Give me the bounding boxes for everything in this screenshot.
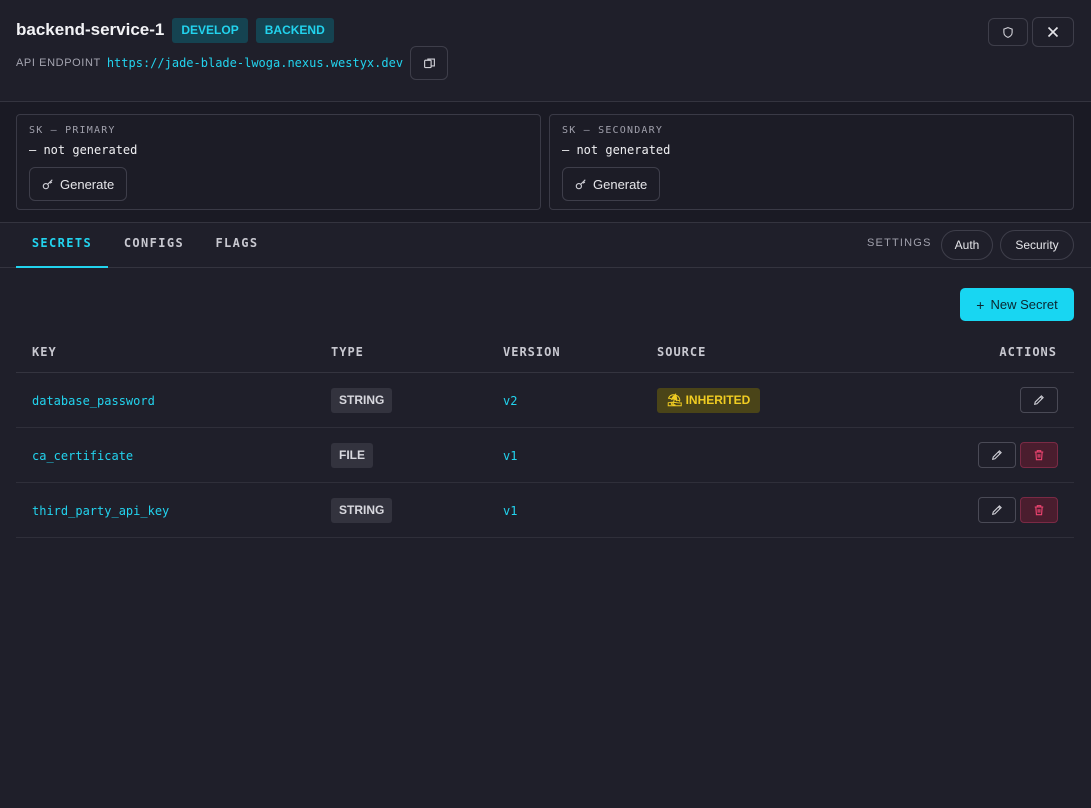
tab-configs[interactable]: CONFIGS: [112, 223, 196, 268]
secret-key[interactable]: third_party_api_key: [32, 504, 169, 518]
pencil-icon: [1033, 394, 1045, 406]
type-badge: STRING: [331, 498, 393, 523]
key-icon: [42, 178, 54, 190]
close-icon: [1047, 26, 1059, 38]
new-secret-label: New Secret: [990, 297, 1058, 312]
close-button[interactable]: [1032, 17, 1074, 47]
key-icon: [575, 178, 587, 190]
auth-settings-button[interactable]: Auth: [941, 230, 993, 260]
version-value: v1: [503, 504, 518, 518]
generate-primary-key-button[interactable]: Generate: [29, 167, 128, 201]
secondary-key-status: — not generated: [562, 143, 671, 157]
type-badge: FILE: [331, 443, 373, 468]
service-title: backend-service-1: [16, 20, 165, 39]
edit-button[interactable]: [978, 442, 1016, 468]
tab-flags[interactable]: FLAGS: [204, 223, 270, 268]
endpoint-url[interactable]: https://jade-blade-lwoga.nexus.westyx.de…: [107, 56, 403, 70]
delete-button[interactable]: [1020, 497, 1058, 523]
generate-secondary-label: Generate: [593, 176, 648, 192]
new-secret-button[interactable]: + New Secret: [960, 288, 1074, 321]
column-version: VERSION: [503, 345, 561, 359]
umbrella-icon: ⛱: [667, 393, 683, 407]
edit-button[interactable]: [978, 497, 1016, 523]
column-key: KEY: [32, 345, 57, 359]
generate-secondary-key-button[interactable]: Generate: [562, 167, 661, 201]
primary-key-label: SK — PRIMARY: [29, 125, 116, 136]
service-keys-panel: SK — PRIMARY — not generated Generate SK…: [0, 102, 1091, 223]
category-tag: BACKEND: [255, 17, 334, 43]
primary-key-card: SK — PRIMARY — not generated Generate: [16, 114, 541, 210]
security-shield-button[interactable]: [988, 18, 1028, 46]
secondary-key-label: SK — SECONDARY: [562, 125, 664, 136]
title-row: backend-service-1 DEVELOP BACKEND: [16, 17, 342, 43]
column-actions: ACTIONS: [999, 345, 1057, 359]
tab-bar: SECRETS CONFIGS FLAGS SETTINGS Auth Secu…: [0, 223, 1091, 268]
trash-icon: [1033, 504, 1045, 516]
column-type: TYPE: [331, 345, 364, 359]
secondary-key-card: SK — SECONDARY — not generated Generate: [549, 114, 1074, 210]
edit-button[interactable]: [1020, 387, 1058, 413]
copy-endpoint-button[interactable]: [410, 46, 449, 80]
generate-primary-label: Generate: [60, 176, 115, 192]
secret-key[interactable]: ca_certificate: [32, 449, 133, 463]
trash-icon: [1033, 449, 1045, 461]
version-value: v1: [503, 449, 518, 463]
copy-icon: [423, 57, 436, 70]
primary-key-status: — not generated: [29, 143, 138, 157]
delete-button[interactable]: [1020, 442, 1058, 468]
service-header: backend-service-1 DEVELOP BACKEND API EN…: [0, 0, 1091, 102]
pencil-icon: [991, 504, 1003, 516]
pencil-icon: [991, 449, 1003, 461]
table-row: ca_certificate FILE v1: [16, 428, 1074, 483]
shield-icon: [1002, 26, 1014, 39]
inherited-badge: ⛱ INHERITED: [657, 388, 761, 413]
settings-label: SETTINGS: [867, 237, 932, 249]
tab-secrets[interactable]: SECRETS: [16, 223, 108, 268]
table-row: database_password STRING v2 ⛱ INHERITED: [16, 373, 1074, 428]
type-badge: STRING: [331, 388, 393, 413]
endpoint-row: API ENDPOINT https://jade-blade-lwoga.ne…: [16, 46, 449, 80]
endpoint-label: API ENDPOINT: [16, 57, 101, 69]
plus-icon: +: [976, 296, 985, 313]
table-header: KEY TYPE VERSION SOURCE ACTIONS: [16, 330, 1074, 373]
table-row: third_party_api_key STRING v1: [16, 483, 1074, 538]
column-source: SOURCE: [657, 345, 707, 359]
secret-key[interactable]: database_password: [32, 394, 155, 408]
source-label: INHERITED: [685, 393, 751, 407]
secrets-table: KEY TYPE VERSION SOURCE ACTIONS database…: [16, 330, 1074, 538]
version-value: v2: [503, 394, 518, 408]
security-settings-button[interactable]: Security: [1000, 230, 1074, 260]
env-tag: DEVELOP: [172, 17, 248, 43]
